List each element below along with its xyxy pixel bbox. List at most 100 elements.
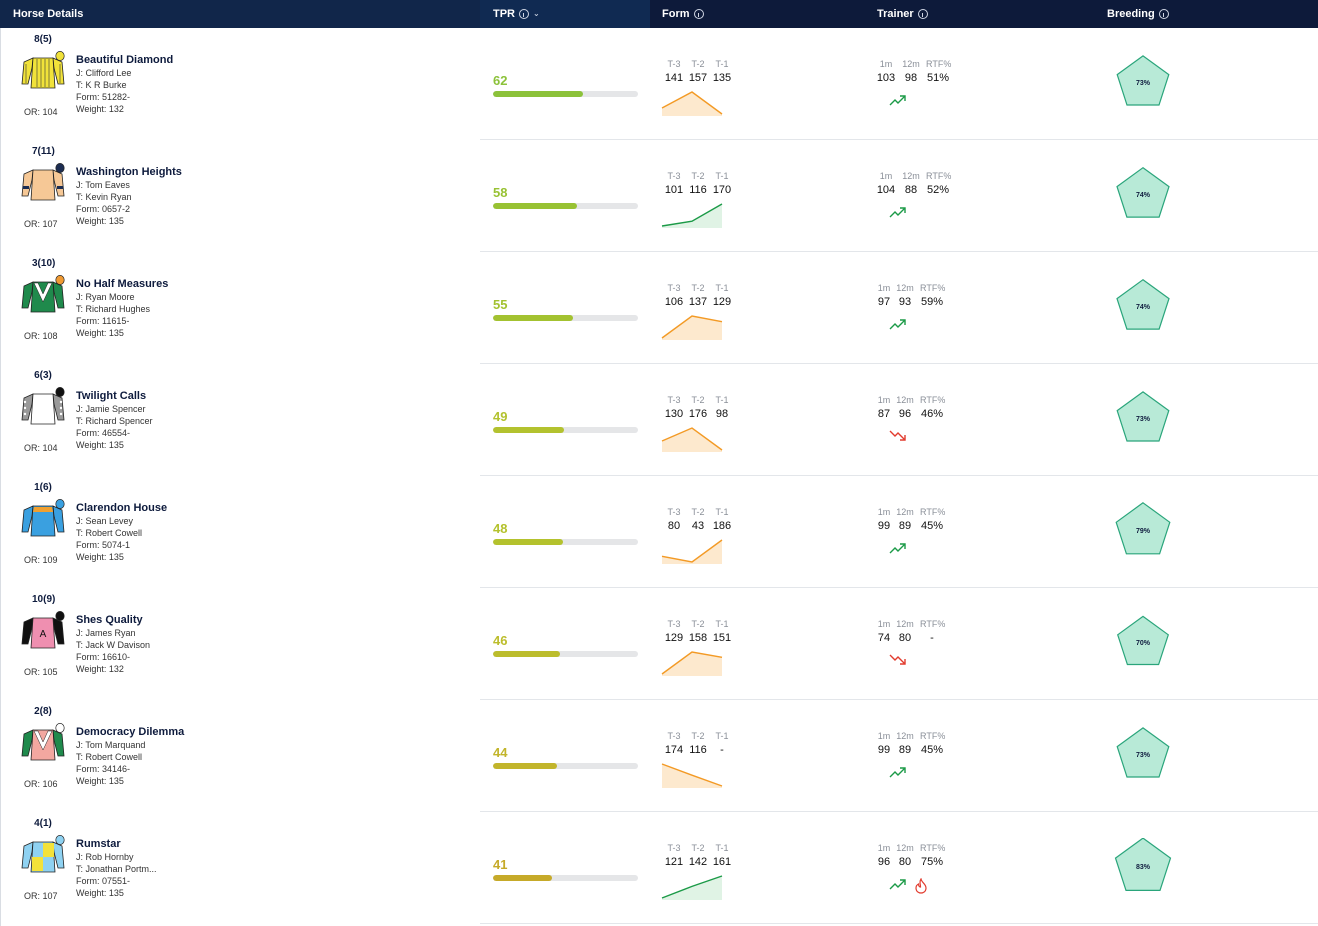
trainer-12m-value: 98 <box>904 72 918 84</box>
form-rating-value: 135 <box>712 72 732 84</box>
horse-name-link[interactable]: Twilight Calls <box>76 390 146 402</box>
trainer-stat-label: RTF% <box>920 395 946 405</box>
trainer-name: T: Jack W Davison <box>76 640 151 650</box>
trainer-stat-label: 12m <box>896 507 914 517</box>
horse-name-link[interactable]: Clarendon House <box>76 502 167 514</box>
trainer-stat-label: RTF% <box>920 507 946 517</box>
trainer-rtf-value: 52% <box>926 184 950 196</box>
trainer-name: T: Richard Hughes <box>76 304 151 314</box>
form-rating-value: 137 <box>688 296 708 308</box>
breeding-header[interactable]: Breeding <box>1107 0 1169 28</box>
runner-row[interactable]: 6(3) OR: 104 Twilight Calls J: Jamie Spence… <box>0 364 1318 476</box>
form-rating-value: 80 <box>667 520 681 532</box>
form-rating-value: 161 <box>712 856 732 868</box>
tpr-bar <box>493 763 638 769</box>
form-sparkline <box>661 539 723 564</box>
tpr-bar-fill <box>493 651 560 657</box>
trainer-name: T: Kevin Ryan <box>76 192 132 202</box>
breeding-percentage: 79% <box>1135 528 1150 535</box>
tpr-value: 55 <box>493 297 508 312</box>
form-period-label: T-3 <box>667 619 681 629</box>
weight: Weight: 132 <box>76 104 124 114</box>
runner-row[interactable]: 1(6) OR: 109 Clarendon House J: Sean Levey T… <box>0 476 1318 588</box>
info-icon[interactable] <box>1158 9 1169 19</box>
trend-down-icon <box>889 430 906 441</box>
runner-row[interactable]: 10(9) A OR: 105 Shes Quality J: James Ryan T:… <box>0 588 1318 700</box>
runner-row[interactable]: 4(1) OR: 107 Rumstar J: Rob Hornby T: Jonath… <box>0 812 1318 924</box>
trainer-12m-value: 88 <box>904 184 918 196</box>
runner-row[interactable]: 3(10) OR: 108 No Half Measures J: Ryan Moor… <box>0 252 1318 364</box>
trend-up-icon <box>889 879 906 890</box>
trainer-name: T: Robert Cowell <box>76 528 143 538</box>
form-period-label: T-2 <box>691 171 705 181</box>
tpr-bar <box>493 875 638 881</box>
form-sparkline <box>661 203 723 228</box>
horse-name-link[interactable]: Beautiful Diamond <box>76 54 173 66</box>
horse-name-link[interactable]: No Half Measures <box>76 278 168 290</box>
form-period-label: T-3 <box>667 731 681 741</box>
form-rating-value: 129 <box>664 632 684 644</box>
breeding-percentage: 73% <box>1135 416 1150 423</box>
trainer-1m-value: 104 <box>876 184 896 196</box>
tpr-bar <box>493 651 638 657</box>
form-header[interactable]: Form <box>662 0 704 28</box>
form-rating-value: 186 <box>712 520 732 532</box>
cap-icon <box>55 835 65 845</box>
jockey-silk-icon <box>21 723 65 761</box>
runner-row[interactable]: 2(8) OR: 106 Democracy Dilemma J: Tom Marqu… <box>0 700 1318 812</box>
trend-up-icon <box>889 95 906 106</box>
tpr-bar-fill <box>493 763 557 769</box>
jockey-name: J: Rob Hornby <box>76 852 134 862</box>
tpr-bar-fill <box>493 427 565 433</box>
draw-number: 3(10) <box>32 258 56 269</box>
horse-name-link[interactable]: Democracy Dilemma <box>76 726 184 738</box>
form-rating-value: 176 <box>688 408 708 420</box>
runner-row[interactable]: 7(11) OR: 107 Washington Heights J: Tom Eav… <box>0 140 1318 252</box>
trainer-stat-label: 1m <box>879 171 893 181</box>
horse-name-link[interactable]: Rumstar <box>76 838 121 850</box>
info-icon[interactable] <box>917 9 928 19</box>
form-period-label: T-1 <box>715 59 729 69</box>
trainer-stat-label: RTF% <box>920 731 946 741</box>
info-icon[interactable] <box>519 9 529 19</box>
trainer-name: T: K R Burke <box>76 80 127 90</box>
form-sparkline <box>661 315 723 340</box>
trend-up-icon <box>889 543 906 554</box>
official-rating: OR: 106 <box>24 779 58 789</box>
trend-down-icon <box>889 654 906 665</box>
form-rating-value: 101 <box>664 184 684 196</box>
horse-name-link[interactable]: Shes Quality <box>76 614 143 626</box>
breeding-label: Breeding <box>1107 8 1155 20</box>
jockey-name: J: James Ryan <box>76 628 136 638</box>
runner-row[interactable]: 8(5) OR: 104 Beautiful Diamond J: Clifford … <box>0 28 1318 140</box>
hot-trainer-flame-icon <box>915 878 927 894</box>
draw-number: 10(9) <box>32 594 56 605</box>
weight: Weight: 135 <box>76 888 124 898</box>
tpr-bar-fill <box>493 875 553 881</box>
jockey-silk-icon <box>21 499 65 537</box>
trainer-header[interactable]: Trainer <box>877 0 928 28</box>
trainer-name: T: Robert Cowell <box>76 752 143 762</box>
tpr-value: 44 <box>493 745 508 760</box>
cap-icon <box>55 499 65 509</box>
trainer-name: T: Jonathan Portm... <box>76 864 157 874</box>
trainer-stat-label: RTF% <box>920 619 946 629</box>
breeding-percentage: 70% <box>1135 640 1150 647</box>
form-period-label: T-2 <box>691 59 705 69</box>
info-icon[interactable] <box>693 9 704 19</box>
trainer-12m-value: 93 <box>898 296 912 308</box>
chevron-down-icon[interactable]: ⌄ <box>533 0 540 28</box>
tpr-header[interactable]: TPR ⌄ <box>493 0 540 28</box>
form-period-label: T-2 <box>691 395 705 405</box>
tpr-bar-fill <box>493 91 583 97</box>
jockey-name: J: Ryan Moore <box>76 292 135 302</box>
official-rating: OR: 105 <box>24 667 58 677</box>
tpr-bar <box>493 315 638 321</box>
form-rating-value: 121 <box>664 856 684 868</box>
horse-name-link[interactable]: Washington Heights <box>76 166 182 178</box>
tpr-bar <box>493 91 638 97</box>
jockey-name: J: Tom Marquand <box>76 740 146 750</box>
horse-details-header[interactable]: Horse Details <box>13 0 83 28</box>
trend-up-icon <box>889 207 906 218</box>
official-rating: OR: 108 <box>24 331 58 341</box>
